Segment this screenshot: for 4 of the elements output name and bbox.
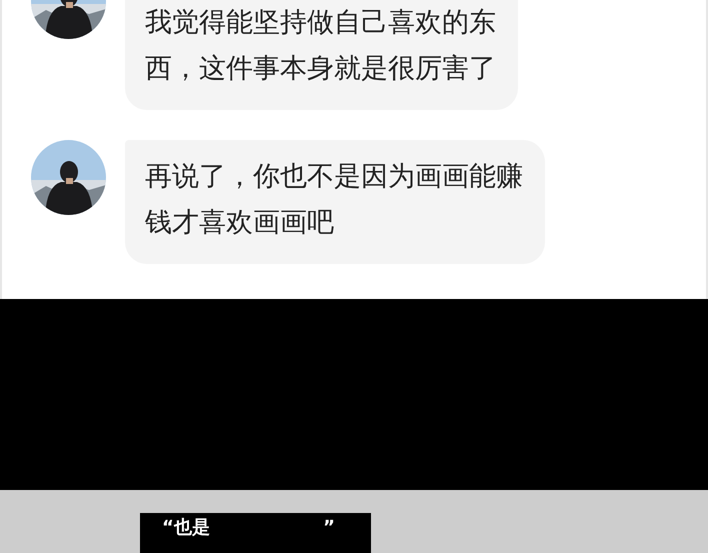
quote-mark: ” [323,517,335,539]
message-text: 我觉得能坚持做自己喜欢的东 西，这件事本身就是很厉害了 [145,6,496,86]
message-text: 再说了，你也不是因为画画能赚 钱才喜欢画画吧 [145,160,523,240]
caption-text: “也是 [162,517,210,539]
